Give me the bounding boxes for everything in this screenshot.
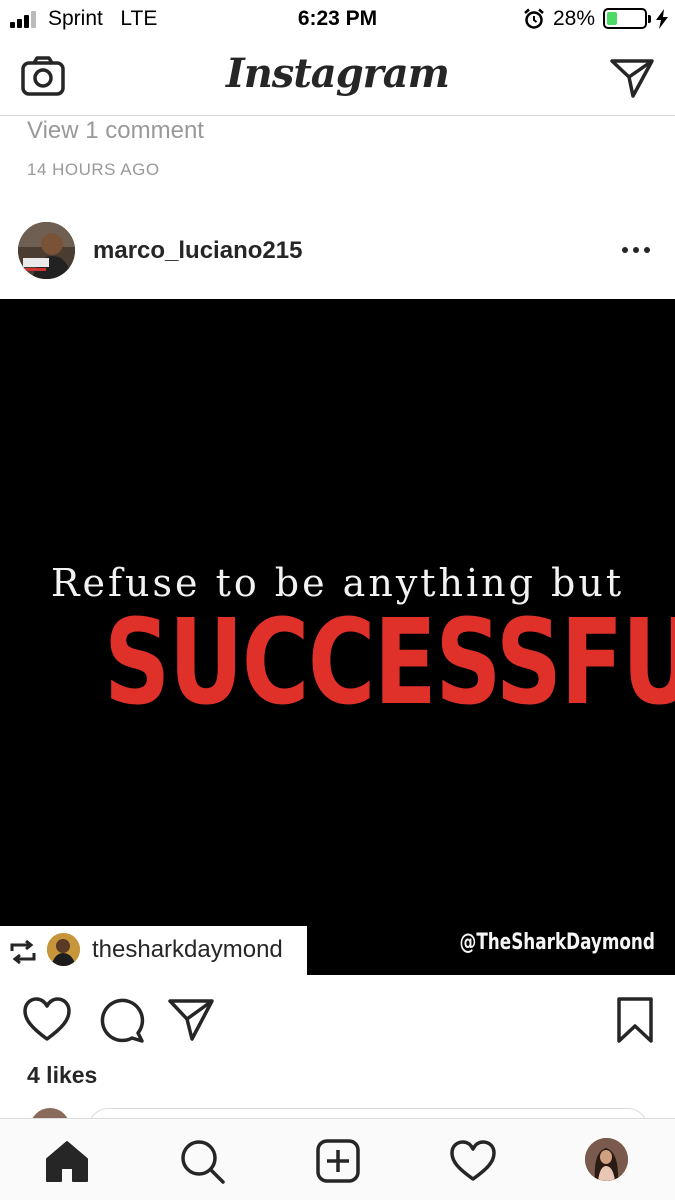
likes-count[interactable]: 4 likes [27, 1062, 97, 1089]
instagram-feed-screen: Sprint LTE 6:23 PM 28% Instagram View 1 … [0, 0, 675, 1200]
post-author-username[interactable]: marco_luciano215 [93, 237, 302, 265]
instagram-logo[interactable]: Instagram [0, 50, 675, 97]
battery-percent: 28% [553, 7, 596, 30]
app-header: Instagram [0, 38, 675, 116]
more-options-icon[interactable] [618, 240, 654, 260]
like-icon[interactable] [22, 995, 72, 1045]
post-timestamp: 14 HOURS AGO [27, 160, 160, 179]
status-bar: Sprint LTE 6:23 PM 28% [0, 0, 675, 38]
battery-level [607, 12, 617, 25]
post-author-avatar[interactable] [18, 222, 75, 279]
post-image[interactable]: Refuse to be anything but SUCCESSFUL. @T… [0, 299, 675, 975]
search-icon[interactable] [178, 1137, 226, 1185]
post-actions-bar [0, 975, 675, 1065]
activity-icon[interactable] [449, 1137, 497, 1185]
quote-text-line2: SUCCESSFUL. [104, 593, 675, 731]
alarm-icon [524, 8, 544, 29]
new-post-icon[interactable] [314, 1137, 362, 1185]
repost-author-username[interactable]: thesharkdaymond [92, 936, 283, 964]
comment-icon[interactable] [96, 995, 146, 1045]
battery-icon [603, 8, 647, 29]
battery-nub [648, 15, 651, 23]
bookmark-icon[interactable] [610, 995, 660, 1045]
view-comments-link[interactable]: View 1 comment [27, 117, 204, 145]
share-icon[interactable] [166, 995, 216, 1045]
home-icon[interactable] [43, 1137, 91, 1185]
profile-image [585, 1138, 628, 1181]
bottom-tab-bar [0, 1118, 675, 1200]
repost-icon [10, 940, 36, 964]
profile-avatar[interactable] [585, 1138, 628, 1181]
repost-attribution[interactable]: thesharkdaymond [0, 926, 307, 975]
charging-icon [656, 9, 668, 29]
direct-message-icon[interactable] [609, 55, 655, 99]
image-watermark: @TheSharkDaymond [459, 930, 655, 955]
repost-author-avatar [47, 933, 80, 966]
avatar-image [18, 222, 75, 279]
